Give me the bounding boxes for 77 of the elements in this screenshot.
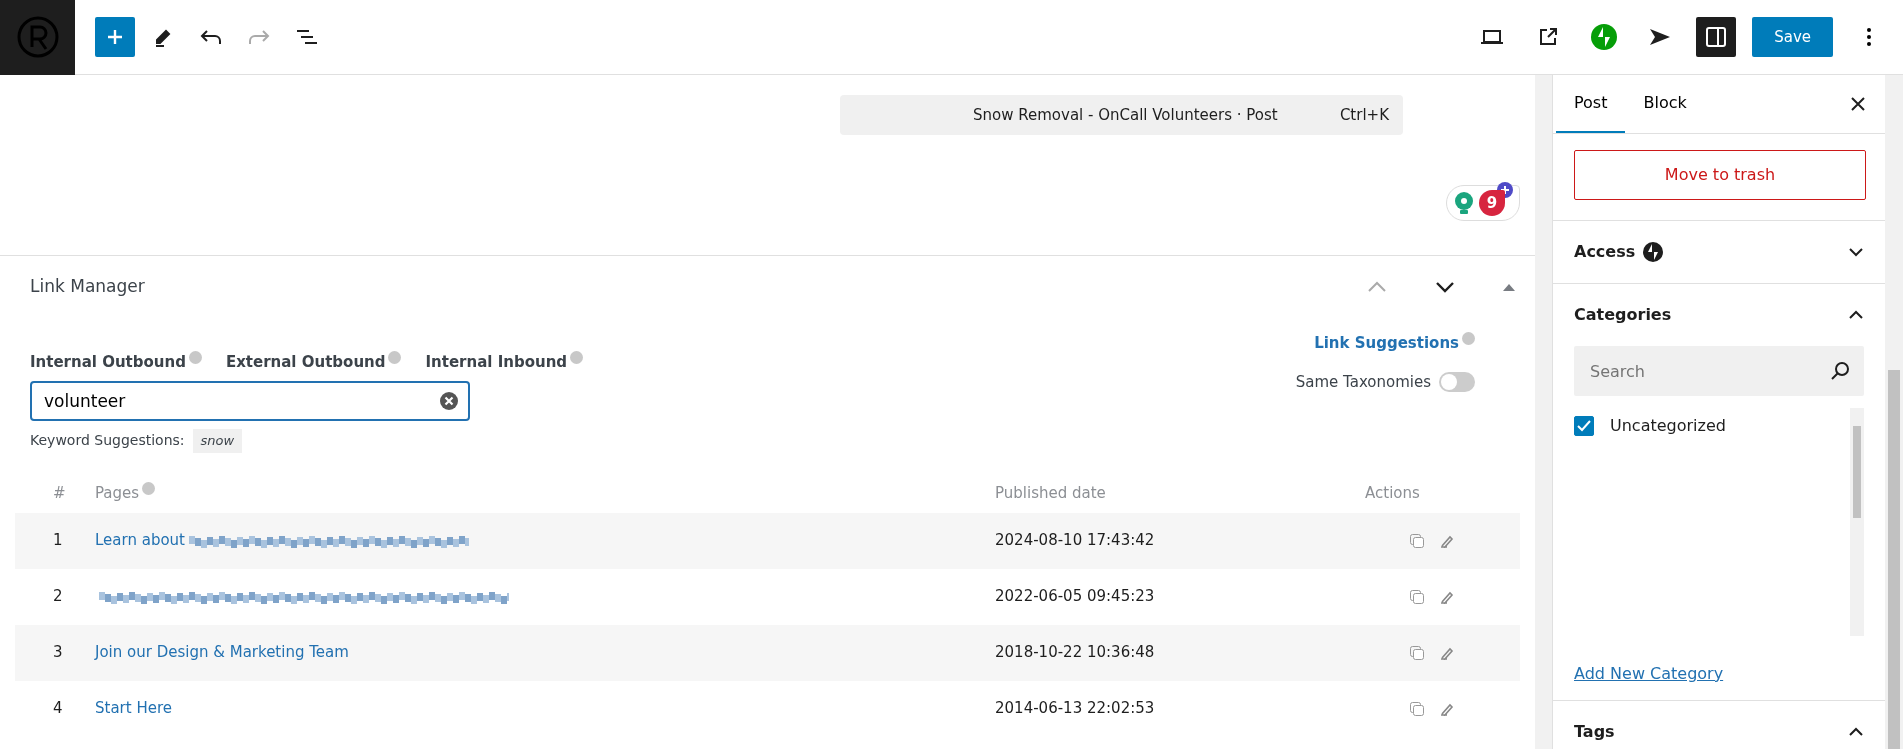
scrollbar-thumb[interactable] (1888, 370, 1900, 749)
chevron-icon[interactable] (1848, 726, 1864, 738)
command-bar[interactable]: Snow Removal - OnCall Volunteers · Post Ctrl+K (840, 95, 1403, 135)
link-tab[interactable]: External Outbound (225, 351, 386, 374)
category-search-input[interactable]: Search (1588, 346, 1830, 396)
copy-icon[interactable] (1410, 533, 1424, 548)
collapse-icon[interactable] (1503, 283, 1515, 291)
date-cell: 2014-06-13 22:02:53 (995, 699, 1155, 718)
date-cell: 2022-06-05 09:45:23 (995, 587, 1155, 606)
sidebar-tab[interactable]: Post (1556, 75, 1626, 133)
pencil-icon (153, 27, 173, 47)
row-number: 1 (53, 531, 63, 550)
chevron-icon[interactable] (1848, 309, 1864, 321)
save-button[interactable]: Save (1752, 17, 1833, 57)
lightbulb-icon (1453, 191, 1475, 215)
clear-icon[interactable] (440, 392, 458, 410)
notification-count: 9 (1479, 190, 1505, 216)
link-suggestions-link[interactable]: Link Suggestions (1314, 334, 1459, 352)
scrollbar[interactable] (1850, 408, 1864, 636)
copy-icon[interactable] (1410, 645, 1424, 660)
sidebar-tab[interactable]: Block (1625, 75, 1705, 133)
page-link[interactable]: Learn about (95, 529, 185, 552)
toggle-label: Same Taxonomies (1295, 371, 1431, 393)
pencil-icon[interactable] (1440, 589, 1454, 604)
redo-icon (248, 29, 270, 45)
panel-title: Link Manager (30, 275, 145, 299)
row-number: 4 (53, 699, 63, 718)
add-block-button[interactable] (95, 17, 135, 57)
same-taxonomies-toggle[interactable] (1439, 371, 1475, 392)
panel-title[interactable]: Categories (1574, 303, 1672, 327)
panel-title[interactable]: Access (1574, 240, 1636, 264)
lightning-icon (1643, 242, 1664, 262)
checkbox[interactable] (1574, 416, 1594, 436)
list-icon (296, 29, 318, 45)
keyword-chip[interactable]: snow (192, 429, 243, 453)
sidebar-icon (1705, 26, 1728, 48)
chevron-icon[interactable] (1848, 246, 1864, 258)
lightning-icon (1591, 24, 1618, 50)
column-header: Pages (95, 484, 140, 503)
keyword-label: Keyword Suggestions: (30, 431, 185, 451)
row-number: 3 (53, 643, 63, 662)
date-cell: 2018-10-22 10:36:48 (995, 643, 1155, 662)
move-down-icon[interactable] (1435, 281, 1455, 293)
copy-icon[interactable] (1410, 701, 1424, 716)
shortcut-hint: Ctrl+K (1339, 104, 1389, 126)
external-link-icon (1538, 27, 1559, 47)
row-number: 2 (53, 587, 63, 606)
copy-icon[interactable] (1410, 589, 1424, 604)
category-label: Uncategorized (1610, 415, 1726, 437)
add-category-link[interactable]: Add New Category (1574, 664, 1724, 683)
link-tab[interactable]: Internal Inbound (425, 351, 568, 374)
link-tab[interactable]: Internal Outbound (30, 351, 186, 374)
column-header: # (53, 484, 66, 503)
more-icon (1867, 28, 1871, 46)
settings-button[interactable] (1696, 17, 1737, 57)
laptop-icon (1480, 29, 1505, 45)
page-link[interactable]: Start Here (95, 697, 172, 720)
close-icon[interactable] (1851, 97, 1865, 111)
plus-icon (1497, 182, 1513, 198)
send-icon (1649, 28, 1672, 46)
page-link[interactable]: Join our Design & Marketing Team (95, 641, 349, 664)
pencil-icon[interactable] (1440, 533, 1454, 548)
move-up-icon[interactable] (1367, 281, 1387, 293)
pencil-icon[interactable] (1440, 645, 1454, 660)
column-header: Actions (1365, 484, 1420, 503)
plus-icon (106, 28, 124, 46)
post-title: Snow Removal - OnCall Volunteers · Post (973, 104, 1278, 126)
move-to-trash-button[interactable]: Move to trash (1574, 150, 1866, 200)
search-icon[interactable] (1830, 361, 1850, 381)
column-header: Published date (995, 484, 1106, 503)
link-search-field[interactable]: volunteer (30, 381, 470, 421)
date-cell: 2024-08-10 17:43:42 (995, 531, 1155, 550)
pencil-icon[interactable] (1440, 701, 1454, 716)
undo-icon (200, 29, 222, 45)
category-search-field[interactable]: Search (1574, 346, 1864, 396)
panel-title[interactable]: Tags (1574, 720, 1615, 744)
assistant-badge[interactable]: 9 (1446, 185, 1520, 221)
